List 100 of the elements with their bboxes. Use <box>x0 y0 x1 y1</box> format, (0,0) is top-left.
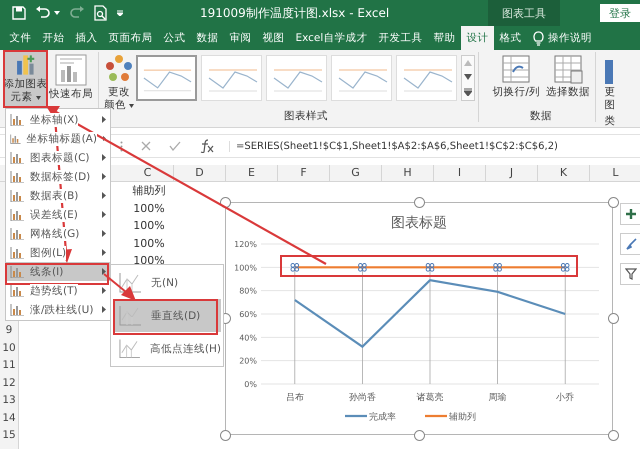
ribbon-tab[interactable]: Excel自学成才 <box>290 26 373 50</box>
print-preview-icon[interactable] <box>94 5 108 21</box>
table-cell-text: 100% <box>132 253 166 269</box>
lightbulb-icon[interactable] <box>532 30 544 46</box>
ribbon-tab[interactable]: 设计 <box>460 26 494 50</box>
row-header[interactable]: 14 <box>0 410 18 427</box>
row-header[interactable]: 13 <box>0 392 18 410</box>
highlight-frame <box>3 50 48 108</box>
resize-handle[interactable] <box>414 197 425 208</box>
row-header[interactable]: 15 <box>0 427 18 444</box>
undo-icon[interactable] <box>35 6 51 20</box>
column-header[interactable]: H <box>382 165 434 181</box>
resize-handle[interactable] <box>414 430 425 441</box>
row-header[interactable]: 12 <box>0 374 18 392</box>
bar-chart-icon <box>10 190 24 202</box>
window-title: 191009制作温度计图.xlsx - Excel <box>200 5 390 22</box>
ribbon-tab[interactable]: 审阅 <box>224 26 257 50</box>
resize-handle[interactable] <box>220 430 231 441</box>
ribbon-tab[interactable]: 格式 <box>494 26 527 50</box>
axis-category-label: 吕布 <box>286 393 304 403</box>
bar-chart-icon <box>10 228 24 240</box>
point-selection-handle[interactable] <box>493 263 502 272</box>
column-header[interactable]: C <box>122 165 174 181</box>
point-selection-handle[interactable] <box>290 263 300 272</box>
ribbon-tab[interactable]: 视图 <box>257 26 290 50</box>
axis-tick-label: 60% <box>239 310 257 319</box>
gallery-more-icon[interactable] <box>464 88 472 96</box>
customize-icon[interactable] <box>117 10 123 16</box>
ribbon-tab[interactable]: 页面布局 <box>103 26 158 50</box>
series-line[interactable] <box>294 266 566 268</box>
line-chart-icon <box>119 272 141 292</box>
axis-category-label: 周瑜 <box>488 393 507 403</box>
axis-tick-label: 0% <box>244 380 257 389</box>
column-header[interactable]: L <box>590 165 640 181</box>
plus-icon <box>625 208 637 220</box>
tell-me-field[interactable]: 操作说明 <box>548 31 592 45</box>
caret-icon[interactable] <box>54 11 60 15</box>
point-selection-handle[interactable] <box>426 263 434 272</box>
line-chart-icon <box>119 306 141 326</box>
chart-style-thumbnail[interactable] <box>136 55 198 101</box>
legend-entry[interactable]: 辅助列 <box>425 412 476 422</box>
submenu-arrow-icon <box>102 230 106 237</box>
ribbon-tab[interactable]: 数据 <box>191 26 224 50</box>
column-header[interactable]: E <box>226 165 278 181</box>
column-header[interactable]: I <box>434 165 486 181</box>
column-header[interactable]: J <box>486 165 538 181</box>
cancel-icon[interactable] <box>141 141 151 151</box>
resize-handle[interactable] <box>608 197 619 208</box>
row-header[interactable]: 10 <box>0 340 18 357</box>
legend-label: 完成率 <box>369 412 396 422</box>
switch-row-column-button[interactable]: 切换行/列 <box>490 52 542 101</box>
contextual-tab-label: 图表工具 <box>488 0 560 26</box>
axis-category-label: 孙尚香 <box>348 393 376 403</box>
filter-icon <box>625 268 637 280</box>
chart-styles-button[interactable] <box>620 233 640 255</box>
row-header[interactable]: 9 <box>0 322 18 340</box>
column-header[interactable]: D <box>174 165 226 181</box>
legend-entry[interactable]: 完成率 <box>345 412 396 422</box>
function-icon[interactable] <box>199 139 215 153</box>
formula-field[interactable]: =SERIES(Sheet1!$C$1,Sheet1!$A$2:$A$6,Sheet1!$C$2:$C$6,2) <box>229 140 558 152</box>
sign-in-button[interactable]: 登录 <box>600 4 640 22</box>
ribbon-tab[interactable]: 开发工具 <box>372 26 428 50</box>
submenu-arrow-icon <box>102 306 106 313</box>
chart-title[interactable]: 图表标题 <box>391 215 447 231</box>
change-chart-type-button[interactable]: 更 图 <box>600 52 619 114</box>
ribbon-tab[interactable]: 开始 <box>37 26 70 50</box>
point-selection-handle[interactable] <box>358 263 367 272</box>
quick-layout-button[interactable]: 快速布局 <box>47 52 95 103</box>
series-line[interactable] <box>294 278 566 348</box>
submenu-arrow-icon <box>102 268 106 275</box>
bar-chart-icon <box>10 114 24 126</box>
resize-handle[interactable] <box>608 430 619 441</box>
group-label: 类 <box>604 114 616 128</box>
chart-elements-button[interactable] <box>620 203 640 225</box>
brush-icon <box>625 238 637 250</box>
resize-handle[interactable] <box>608 313 619 324</box>
point-selection-handle[interactable] <box>560 263 570 272</box>
ribbon-tab[interactable]: 帮助 <box>428 26 461 50</box>
enter-icon[interactable] <box>169 141 181 151</box>
select-data-button[interactable]: 选择数据 <box>544 52 592 101</box>
column-header[interactable]: G <box>330 165 382 181</box>
ribbon-tab[interactable]: 文件 <box>4 26 37 50</box>
submenu-arrow-icon <box>102 211 106 218</box>
column-header[interactable]: K <box>538 165 590 181</box>
bar-chart-icon <box>10 266 24 278</box>
table-cell-text: 100% <box>132 200 166 216</box>
save-icon[interactable] <box>12 6 26 20</box>
ribbon-tab[interactable]: 公式 <box>158 26 191 50</box>
column-header[interactable]: F <box>278 165 330 181</box>
axis-tick-label: 80% <box>239 286 257 296</box>
menu-item[interactable]: 垂直线(D) <box>113 299 221 332</box>
scroll-down-icon[interactable] <box>464 74 472 80</box>
ribbon-tab[interactable]: 插入 <box>70 26 103 50</box>
layout-icon <box>55 54 87 86</box>
redo-icon[interactable] <box>69 6 85 20</box>
chart-filters-button[interactable] <box>620 263 640 285</box>
submenu-arrow-icon <box>102 192 106 199</box>
row-header[interactable]: 11 <box>0 357 18 374</box>
table-cell-text: 100% <box>132 236 166 252</box>
more-icon[interactable] <box>120 140 123 152</box>
